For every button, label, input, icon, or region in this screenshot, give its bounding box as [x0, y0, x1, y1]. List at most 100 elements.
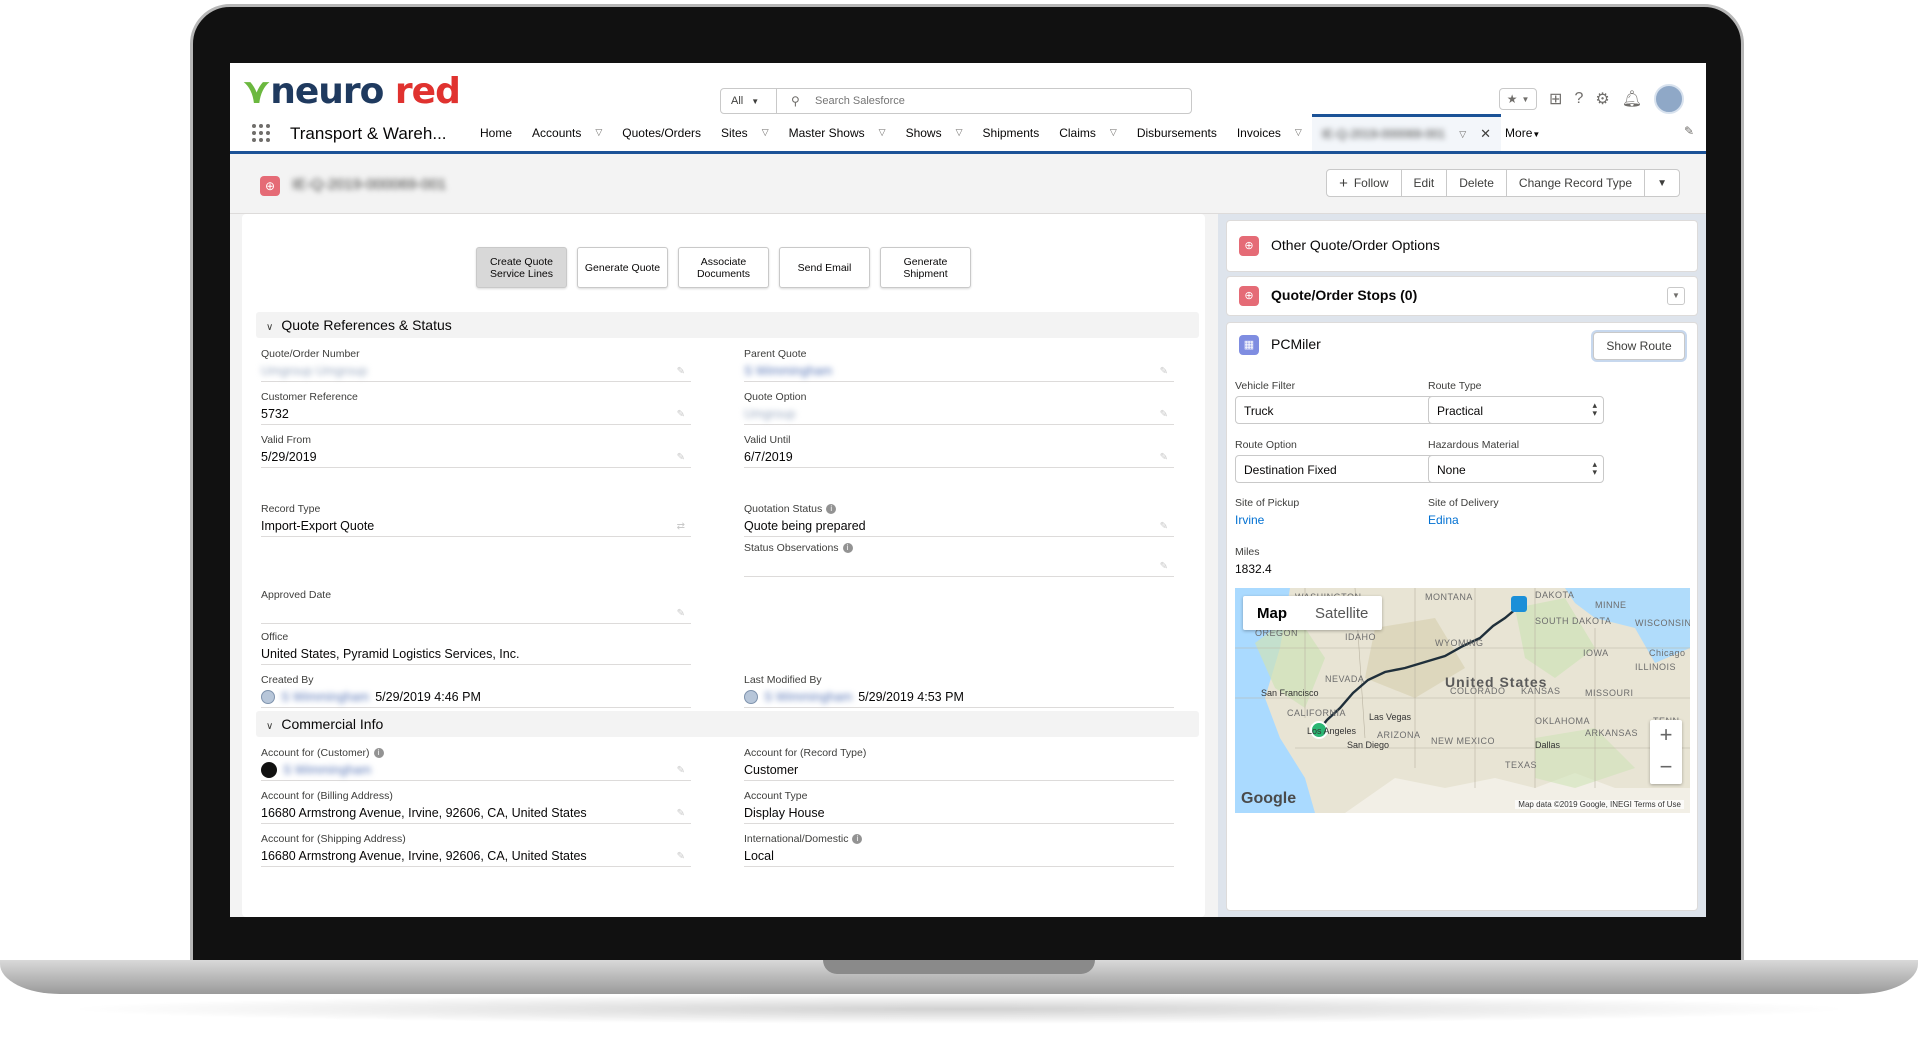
chevron-down-icon[interactable]: ▽ [879, 127, 886, 138]
tab-active-record[interactable]: IE-Q-2019-000069-001 ▽ ✕ [1311, 114, 1502, 151]
route-type-select[interactable]: Practical ▴ ▾ [1428, 396, 1604, 424]
section-quote-references[interactable]: ∨ Quote References & Status [256, 312, 1199, 338]
delivery-link[interactable]: Edina [1428, 513, 1642, 527]
tab-invoices[interactable]: Invoices ▽ [1227, 114, 1312, 151]
pencil-icon[interactable]: ✎ [677, 409, 685, 420]
chevron-down-icon[interactable]: ▽ [1110, 127, 1117, 138]
pencil-icon[interactable]: ✎ [1160, 366, 1168, 377]
generate-shipment-button[interactable]: Generate Shipment [880, 247, 971, 288]
pencil-icon[interactable]: ✎ [677, 808, 685, 819]
tab-sites[interactable]: Sites ▽ [711, 114, 779, 151]
tab-shows[interactable]: Shows ▽ [896, 114, 973, 151]
generate-quote-button[interactable]: Generate Quote [577, 247, 668, 288]
user-icon [744, 690, 758, 704]
more-actions-button[interactable]: ▼ [1645, 170, 1679, 196]
screen: ⋎neuro red All▼ ⚲ ★▼ ⊞ ? ⚙ 🔔︎ Transport … [230, 63, 1706, 917]
pickup-link[interactable]: Irvine [1235, 513, 1449, 527]
tab-disbursements[interactable]: Disbursements [1127, 114, 1227, 151]
bell-icon[interactable]: 🔔︎ [1622, 89, 1642, 109]
pencil-icon[interactable]: ✎ [677, 608, 685, 619]
search-icon: ⚲ [791, 94, 800, 108]
pencil-icon[interactable]: ✎ [1160, 521, 1168, 532]
delivery-marker[interactable] [1511, 596, 1527, 612]
field-status-observations: Status Observations i ✎ [744, 541, 1174, 577]
route-map[interactable]: WASHINGTON MONTANA DAKOTA MINNE SOUTH DA… [1235, 588, 1690, 813]
account-avatar [261, 762, 277, 778]
chevron-down-icon[interactable]: ▽ [1295, 127, 1302, 138]
card-other-options[interactable]: ⊕ Other Quote/Order Options [1226, 220, 1698, 272]
pencil-icon[interactable]: ✎ [1160, 409, 1168, 420]
swap-icon[interactable]: ⇄ [677, 521, 685, 532]
info-icon[interactable]: i [373, 748, 384, 758]
edit-button[interactable]: Edit [1402, 170, 1448, 196]
right-sidebar: ⊕ Other Quote/Order Options ⊕ Quote/Orde… [1218, 214, 1706, 917]
show-route-button[interactable]: Show Route [1593, 332, 1685, 360]
user-icon [261, 690, 275, 704]
map-tab[interactable]: Map [1243, 596, 1301, 630]
tab-home[interactable]: Home [470, 114, 522, 151]
map-credit[interactable]: Map data ©2019 Google, INEGI Terms of Us… [1515, 800, 1684, 809]
edit-nav-icon[interactable]: ✎ [1684, 124, 1694, 138]
chevron-down-icon: ∨ [266, 721, 274, 732]
card-quote-order-stops[interactable]: ⊕ Quote/Order Stops (0) ▼ [1226, 276, 1698, 316]
chevron-down-icon[interactable]: ▽ [956, 127, 963, 138]
help-icon[interactable]: ? [1574, 90, 1583, 108]
info-icon[interactable]: i [826, 504, 837, 514]
pencil-icon[interactable]: ✎ [677, 851, 685, 862]
pencil-icon[interactable]: ✎ [677, 366, 685, 377]
pencil-icon[interactable]: ✎ [677, 452, 685, 463]
chevron-down-icon[interactable]: ▽ [762, 127, 769, 138]
app-nav-bar: Transport & Wareh... Home Accounts ▽ Quot… [230, 114, 1706, 154]
delete-button[interactable]: Delete [1447, 170, 1507, 196]
search-input[interactable] [815, 93, 1175, 109]
create-quote-service-lines-button[interactable]: Create Quote Service Lines [476, 247, 567, 288]
card-title: Quote/Order Stops (0) [1271, 287, 1418, 303]
vehicle-filter-field: Vehicle Filter Truck▴▾ [1235, 380, 1449, 424]
gear-icon[interactable]: ⚙ [1595, 89, 1609, 109]
pencil-icon[interactable]: ✎ [1160, 452, 1168, 463]
tab-more[interactable]: More▼ [1505, 126, 1540, 140]
chevron-down-icon[interactable]: ▼ [1667, 287, 1685, 305]
plus-icon: + [1339, 174, 1348, 192]
app-launcher-icon[interactable] [252, 124, 270, 142]
search-scope-select[interactable]: All ▼ [721, 89, 777, 113]
tab-shipments[interactable]: Shipments [973, 114, 1050, 151]
vehicle-filter-select[interactable]: Truck▴▾ [1235, 396, 1449, 424]
tab-accounts[interactable]: Accounts ▽ [522, 114, 612, 151]
field-account-type: Account Type Display House [744, 789, 1174, 824]
global-search[interactable]: All ▼ ⚲ [720, 88, 1192, 114]
tab-claims[interactable]: Claims ▽ [1049, 114, 1127, 151]
field-quote-option: Quote Option Umgroup ✎ [744, 390, 1174, 425]
card-title: Other Quote/Order Options [1271, 237, 1440, 253]
hazardous-material-select[interactable]: None ▴ ▾ [1428, 455, 1604, 483]
tab-quotes-orders[interactable]: Quotes/Orders [612, 114, 711, 151]
pencil-icon[interactable]: ✎ [677, 765, 685, 776]
favorites-button[interactable]: ★ ▼ [1499, 88, 1538, 110]
chevron-down-icon[interactable]: ▽ [1459, 129, 1466, 140]
zoom-out-button[interactable]: − [1650, 752, 1682, 784]
send-email-button[interactable]: Send Email [779, 247, 870, 288]
nav-tabs: Home Accounts ▽ Quotes/Orders Sites ▽ Mast… [470, 114, 1540, 151]
site-of-delivery-field: Site of Delivery Edina [1428, 497, 1642, 527]
route-option-field: Route Option Destination Fixed▴▾ [1235, 439, 1449, 483]
pencil-icon[interactable]: ✎ [1160, 561, 1168, 572]
field-account-record-type: Account for (Record Type) Customer [744, 746, 1174, 781]
field-customer-reference: Customer Reference 5732 ✎ [261, 390, 691, 425]
field-quotation-status: Quotation Status i Quote being prepared ✎ [744, 502, 1174, 537]
associate-documents-button[interactable]: Associate Documents [678, 247, 769, 288]
add-icon[interactable]: ⊞ [1549, 89, 1562, 109]
info-icon[interactable]: i [842, 543, 853, 553]
route-option-select[interactable]: Destination Fixed▴▾ [1235, 455, 1449, 483]
info-icon[interactable]: i [852, 834, 863, 844]
star-icon: ★ [1506, 92, 1518, 106]
follow-button[interactable]: + Follow [1327, 170, 1402, 196]
change-record-type-button[interactable]: Change Record Type [1507, 170, 1646, 196]
zoom-in-button[interactable]: + [1650, 720, 1682, 752]
chevron-down-icon[interactable]: ▽ [595, 127, 602, 138]
section-commercial-info[interactable]: ∨ Commercial Info [256, 711, 1199, 737]
satellite-tab[interactable]: Satellite [1301, 596, 1382, 630]
avatar[interactable] [1654, 84, 1684, 114]
tab-master-shows[interactable]: Master Shows ▽ [779, 114, 896, 151]
record-detail-panel: Create Quote Service Lines Generate Quot… [242, 214, 1205, 917]
close-icon[interactable]: ✕ [1480, 126, 1491, 142]
